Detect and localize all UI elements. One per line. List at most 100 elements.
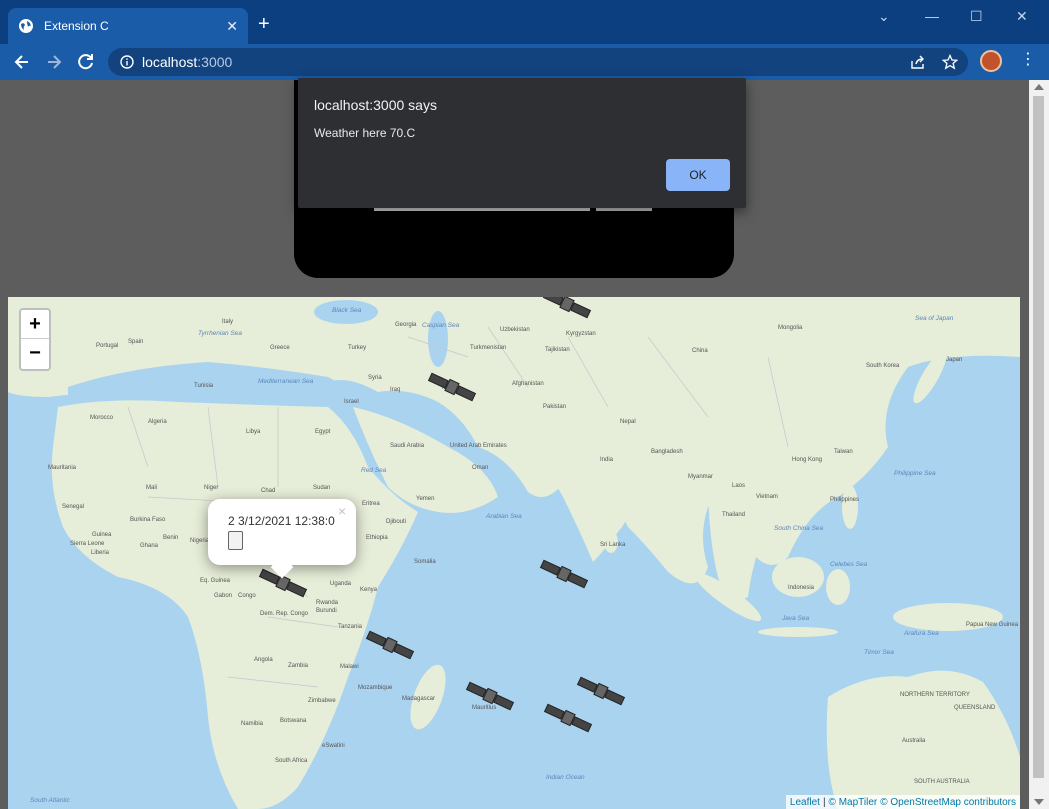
map-label: Turkey	[348, 345, 367, 351]
map-label: Nepal	[620, 419, 636, 425]
map-label: Tunisia	[194, 383, 214, 389]
map-label: Arabian Sea	[486, 513, 522, 520]
new-tab-button[interactable]: +	[258, 14, 270, 34]
map-label: Gabon	[214, 593, 233, 599]
popup-close-icon[interactable]: ×	[338, 503, 346, 519]
arrow-left-icon[interactable]	[12, 52, 32, 72]
satellite-icon[interactable]	[541, 297, 593, 319]
map-label: Philippine Sea	[894, 470, 936, 477]
scroll-up-icon[interactable]	[1034, 84, 1044, 90]
browser-titlebar: Extension C ✕ + ⌄ — ☐ ✕	[0, 0, 1049, 44]
map-label: Djibouti	[386, 519, 407, 525]
satellite-icon[interactable]	[538, 559, 590, 589]
map-label: Tanzania	[338, 624, 363, 630]
map-label: Laos	[732, 483, 746, 489]
globe-icon	[19, 19, 33, 33]
satellite-icon[interactable]	[426, 372, 478, 402]
map-label: Italy	[222, 319, 234, 325]
map-label: QUEENSLAND	[954, 705, 996, 711]
url-host: localhost	[142, 54, 198, 70]
map-label: Tajikistan	[545, 347, 570, 353]
satellite-icon[interactable]	[575, 676, 627, 706]
map-label: Papua New Guinea	[966, 622, 1019, 628]
tab-search-chevron-icon[interactable]: ⌄	[878, 8, 890, 25]
scroll-down-icon[interactable]	[1034, 799, 1044, 805]
tab-close-icon[interactable]: ✕	[226, 18, 238, 35]
attribution-separator: |	[822, 796, 826, 808]
map-label: Indonesia	[788, 585, 815, 591]
maptiler-link[interactable]: © MapTiler	[829, 797, 878, 808]
arrow-right-icon[interactable]	[44, 52, 64, 72]
map-label: Myanmar	[688, 474, 714, 480]
scrollbar-thumb[interactable]	[1033, 96, 1044, 778]
map-label: South Atlantic	[30, 797, 70, 804]
map-label: Niger	[204, 485, 219, 491]
leaflet-link[interactable]: Leaflet	[790, 797, 820, 808]
map-label: South China Sea	[774, 525, 824, 532]
map-label: Mediterranean Sea	[258, 378, 314, 385]
osm-link[interactable]: © OpenStreetMap contributors	[880, 797, 1016, 808]
map-label: Afghanistan	[512, 381, 544, 387]
map-label: Vietnam	[756, 494, 778, 500]
map-label: Uzbekistan	[500, 327, 530, 333]
address-bar[interactable]: localhost:3000	[108, 48, 968, 76]
map-label: Timor Sea	[864, 649, 894, 656]
kebab-menu-icon[interactable]: ⋮	[1020, 52, 1036, 68]
map-label: Hong Kong	[792, 457, 823, 463]
map-label: Georgia	[395, 322, 417, 328]
map-label: United Arab Emirates	[450, 443, 507, 449]
url-port: :3000	[197, 54, 233, 70]
browser-tab[interactable]: Extension C ✕	[8, 8, 248, 44]
map-label: Uganda	[330, 581, 352, 587]
map-label: South Africa	[275, 758, 308, 764]
map-label: Sea of Japan	[915, 315, 954, 322]
map-label: Japan	[946, 357, 963, 363]
map-label: Oman	[472, 465, 489, 471]
map-label: Nigeria	[190, 538, 210, 544]
info-icon[interactable]	[120, 55, 134, 69]
close-window-icon[interactable]: ✕	[1016, 8, 1028, 25]
zoom-out-button[interactable]: −	[21, 339, 49, 368]
map-label: Greece	[270, 345, 290, 351]
dialog-message: Weather here 70.C	[314, 126, 416, 140]
map-label: Pakistan	[543, 404, 567, 410]
zoom-in-button[interactable]: +	[21, 310, 49, 339]
ok-button[interactable]: OK	[666, 159, 730, 191]
map-label: Mauritania	[48, 465, 77, 471]
satellite-icon[interactable]	[364, 630, 416, 660]
map-label: Mozambique	[358, 685, 393, 691]
map-label: Indian Ocean	[546, 774, 585, 781]
share-icon[interactable]	[910, 54, 926, 70]
map-basemap	[8, 297, 1020, 809]
map-label: Saudi Arabia	[390, 443, 425, 449]
map-label: Sri Lanka	[600, 542, 626, 548]
map-label: Yemen	[416, 496, 435, 502]
minimize-icon[interactable]: —	[925, 8, 939, 24]
map-label: Benin	[163, 535, 179, 541]
star-icon[interactable]	[942, 54, 958, 70]
map-label: South Korea	[866, 363, 900, 369]
reload-icon[interactable]	[76, 52, 96, 72]
map-label: eSwatini	[322, 743, 345, 749]
map-attribution: Leaflet | © MapTiler © OpenStreetMap con…	[785, 795, 1020, 809]
map-label: Angola	[254, 657, 273, 663]
map-label: Zimbabwe	[308, 698, 336, 704]
map-label: Java Sea	[782, 615, 810, 622]
map-label: Eq. Guinea	[200, 578, 231, 584]
page-scrollbar[interactable]	[1029, 80, 1049, 809]
satellite-icon[interactable]	[464, 681, 516, 711]
leaflet-map[interactable]: Black Sea Caspian Sea Tyrrhenian Sea Med…	[8, 297, 1020, 809]
marker-popup: × 2 3/12/2021 12:38:0	[208, 499, 356, 579]
maximize-icon[interactable]: ☐	[970, 8, 983, 25]
map-label: Bangladesh	[651, 449, 683, 455]
map-label: Rwanda	[316, 600, 339, 606]
satellite-icon[interactable]	[542, 703, 594, 733]
map-label: Tyrrhenian Sea	[198, 330, 242, 337]
map-label: Liberia	[91, 550, 110, 556]
map-label: Congo	[238, 593, 256, 599]
map-label: Spain	[128, 339, 144, 345]
map-label: Taiwan	[834, 449, 853, 455]
map-label: Caspian Sea	[422, 322, 460, 329]
avatar[interactable]	[980, 50, 1002, 72]
map-label: Philippines	[830, 497, 860, 503]
